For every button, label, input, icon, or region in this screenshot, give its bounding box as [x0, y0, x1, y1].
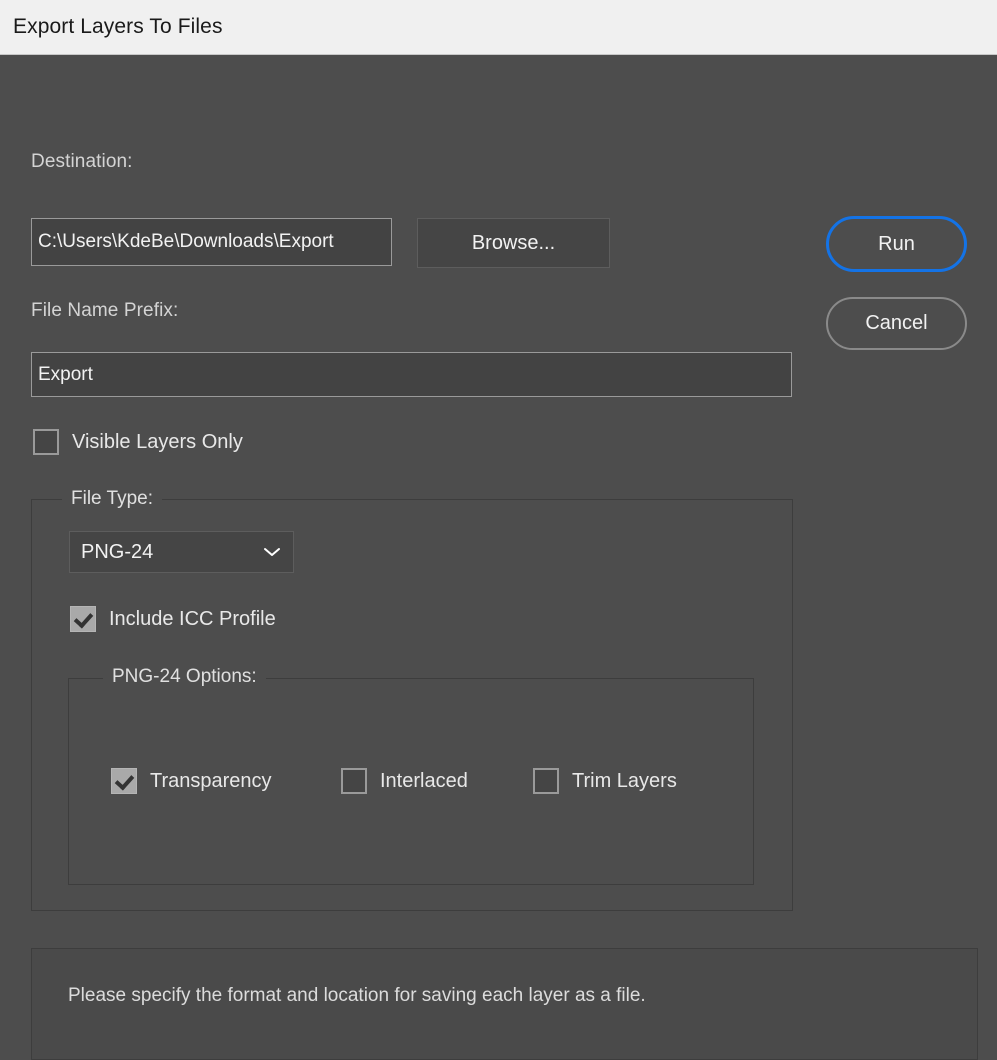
file-name-prefix-input[interactable]: Export: [31, 352, 792, 397]
transparency-checkbox[interactable]: Transparency: [111, 768, 272, 794]
browse-button[interactable]: Browse...: [417, 218, 610, 268]
cancel-button[interactable]: Cancel: [826, 297, 967, 350]
checkbox-box-icon: [341, 768, 367, 794]
window-title: Export Layers To Files: [0, 15, 223, 39]
destination-input-value: C:\Users\KdeBe\Downloads\Export: [38, 231, 334, 253]
destination-label: Destination:: [31, 151, 133, 173]
format-options-group-title: PNG-24 Options:: [103, 666, 266, 688]
include-icc-profile-label: Include ICC Profile: [109, 608, 276, 631]
checkbox-box-icon: [33, 429, 59, 455]
include-icc-profile-checkbox[interactable]: Include ICC Profile: [70, 606, 276, 632]
destination-input[interactable]: C:\Users\KdeBe\Downloads\Export: [31, 218, 392, 266]
file-name-prefix-value: Export: [38, 364, 93, 386]
status-message: Please specify the format and location f…: [32, 949, 646, 1007]
visible-layers-only-label: Visible Layers Only: [72, 431, 243, 454]
trim-layers-checkbox[interactable]: Trim Layers: [533, 768, 677, 794]
run-button[interactable]: Run: [826, 216, 967, 272]
checkbox-checked-icon: [111, 768, 137, 794]
file-type-select[interactable]: PNG-24: [69, 531, 294, 573]
dialog-body: Destination: C:\Users\KdeBe\Downloads\Ex…: [0, 55, 997, 1024]
transparency-label: Transparency: [150, 770, 272, 793]
status-panel: Please specify the format and location f…: [31, 948, 978, 1060]
title-bar: Export Layers To Files: [0, 0, 997, 55]
trim-layers-label: Trim Layers: [572, 770, 677, 793]
checkbox-checked-icon: [70, 606, 96, 632]
file-type-group-title: File Type:: [62, 488, 162, 510]
visible-layers-only-checkbox[interactable]: Visible Layers Only: [33, 429, 243, 455]
file-name-prefix-label: File Name Prefix:: [31, 300, 178, 322]
interlaced-label: Interlaced: [380, 770, 468, 793]
file-type-selected-value: PNG-24: [81, 541, 153, 564]
interlaced-checkbox[interactable]: Interlaced: [341, 768, 468, 794]
checkbox-box-icon: [533, 768, 559, 794]
chevron-down-icon: [263, 547, 281, 557]
